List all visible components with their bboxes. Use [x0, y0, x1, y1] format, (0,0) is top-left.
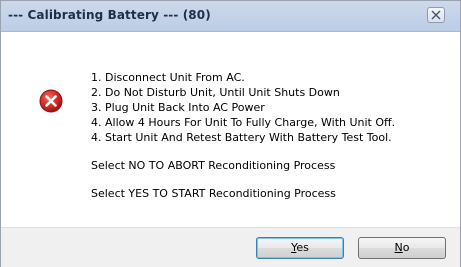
close-button[interactable] [427, 7, 445, 23]
start-instruction: Select YES TO START Reconditioning Proce… [91, 187, 336, 200]
yes-button-label: es [296, 241, 309, 254]
dialog-window: --- Calibrating Battery --- (80) 1. Disc… [0, 0, 461, 267]
window-title: --- Calibrating Battery --- (80) [8, 8, 211, 22]
no-button[interactable]: No [358, 237, 446, 259]
instruction-step-2: 2. Do Not Disturb Unit, Until Unit Shuts… [91, 86, 340, 99]
instruction-step-1: 1. Disconnect Unit From AC. [91, 71, 245, 84]
dialog-content: 1. Disconnect Unit From AC. 2. Do Not Di… [1, 32, 460, 226]
button-bar: Yes No [1, 227, 460, 267]
instruction-step-5: 4. Start Unit And Retest Battery With Ba… [91, 131, 392, 144]
instruction-step-3: 3. Plug Unit Back Into AC Power [91, 101, 265, 114]
error-icon [39, 89, 63, 113]
title-bar[interactable]: --- Calibrating Battery --- (80) [1, 1, 460, 32]
instruction-step-4: 4. Allow 4 Hours For Unit To Fully Charg… [91, 116, 396, 129]
close-icon [431, 10, 441, 20]
abort-instruction: Select NO TO ABORT Reconditioning Proces… [91, 159, 336, 172]
no-button-mnemonic: N [394, 241, 403, 254]
no-button-label: o [402, 241, 410, 254]
yes-button[interactable]: Yes [256, 237, 344, 259]
